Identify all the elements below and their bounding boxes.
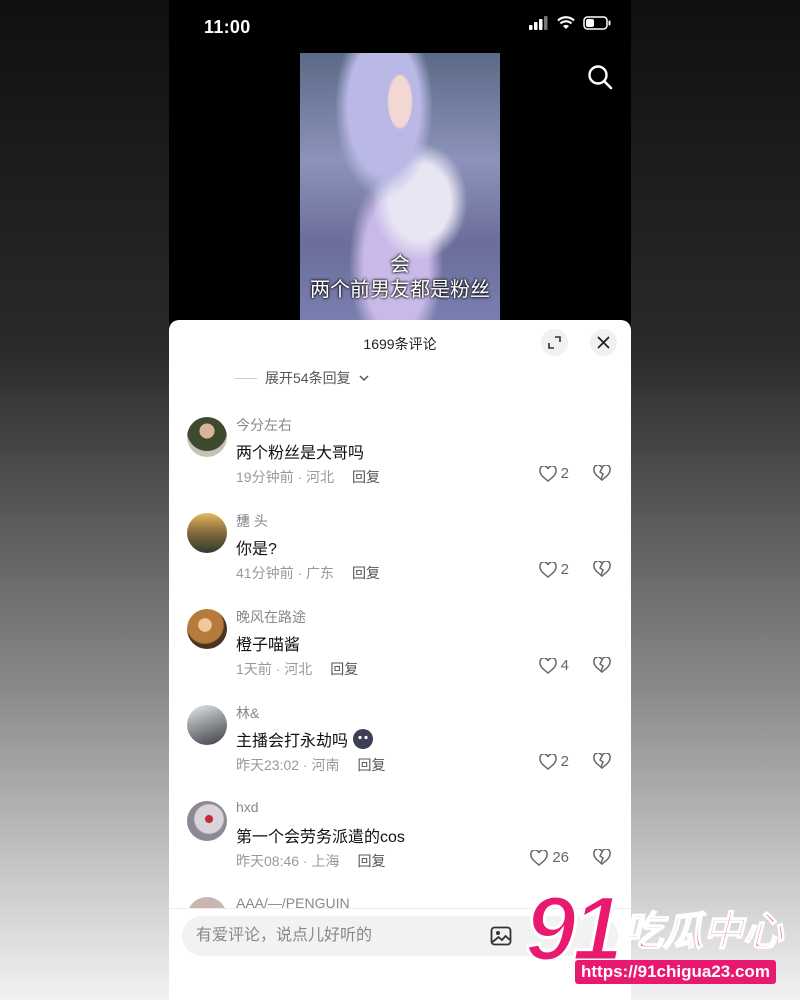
like-count: 2 bbox=[560, 465, 569, 482]
comment-meta: 41分钟前 · 广东 回复 bbox=[236, 563, 380, 583]
comment-text-content: 你是? bbox=[236, 541, 277, 558]
comment-username[interactable]: AAA/—/PENGUIN bbox=[236, 895, 350, 909]
phone-screen: 11:00 会 两个前男友都是粉丝 1699条评论 展开54条回复 今分左右 两… bbox=[169, 0, 631, 1000]
expand-replies-link[interactable]: 展开54条回复 bbox=[235, 368, 369, 388]
comment-text: 你是? bbox=[236, 535, 277, 559]
avatar[interactable] bbox=[187, 609, 227, 649]
like-button[interactable]: 2 bbox=[538, 753, 569, 770]
comment-username[interactable]: 今分左右 bbox=[236, 415, 292, 435]
status-time: 11:00 bbox=[204, 17, 251, 37]
comment-time-location: 19分钟前 · 河北 bbox=[236, 469, 335, 485]
comment-item: 林& 主播会打永劫吗 昨天23:02 · 河南 回复 2 bbox=[169, 703, 631, 799]
expand-button[interactable] bbox=[541, 329, 568, 356]
image-icon[interactable] bbox=[490, 925, 512, 947]
comment-item: 晚风在路途 橙子喵酱 1天前 · 河北 回复 4 bbox=[169, 607, 631, 703]
like-button[interactable]: 2 bbox=[538, 465, 569, 482]
comment-text-content: 主播会打永劫吗 bbox=[236, 733, 349, 750]
avatar[interactable] bbox=[187, 801, 227, 841]
heart-icon bbox=[538, 561, 557, 578]
like-count: 2 bbox=[560, 561, 569, 578]
divider bbox=[235, 377, 257, 379]
reply-button[interactable]: 回复 bbox=[357, 757, 385, 773]
comment-meta: 昨天23:02 · 河南 回复 bbox=[236, 755, 385, 775]
broken-heart-icon[interactable] bbox=[593, 849, 611, 865]
avatar[interactable] bbox=[187, 705, 227, 745]
watermark-url: https://91chigua23.com bbox=[575, 960, 776, 984]
search-icon[interactable] bbox=[587, 64, 613, 90]
comment-meta: 昨天08:46 · 上海 回复 bbox=[236, 851, 385, 871]
comment-text-content: 橙子喵酱 bbox=[236, 637, 301, 654]
close-icon bbox=[597, 336, 610, 349]
expand-replies-label: 展开54条回复 bbox=[265, 370, 351, 386]
broken-heart-icon[interactable] bbox=[593, 753, 611, 769]
like-count: 26 bbox=[552, 849, 569, 866]
heart-icon bbox=[538, 465, 557, 482]
comment-meta: 19分钟前 · 河北 回复 bbox=[236, 467, 380, 487]
video-caption-line2: 两个前男友都是粉丝 bbox=[310, 279, 490, 301]
comment-text: 两个粉丝是大哥吗 bbox=[236, 439, 364, 463]
comment-username[interactable]: 晚风在路途 bbox=[236, 607, 306, 627]
heart-icon bbox=[538, 657, 557, 674]
reply-button[interactable]: 回复 bbox=[352, 565, 380, 581]
reply-button[interactable]: 回复 bbox=[330, 661, 358, 677]
emoji-icon bbox=[353, 729, 374, 749]
comment-text: 橙子喵酱 bbox=[236, 631, 300, 655]
site-watermark: 91 吃瓜中心 https://91chigua23.com bbox=[523, 877, 795, 990]
signal-icon bbox=[529, 16, 548, 30]
like-button[interactable]: 2 bbox=[538, 561, 569, 578]
reply-button[interactable]: 回复 bbox=[357, 853, 385, 869]
wifi-icon bbox=[557, 16, 575, 29]
status-bar: 11:00 bbox=[169, 0, 631, 50]
comment-username[interactable]: 林& bbox=[236, 703, 259, 723]
battery-icon bbox=[583, 16, 611, 30]
avatar[interactable] bbox=[187, 513, 227, 553]
watermark-name: 吃瓜中心 bbox=[622, 909, 784, 955]
status-icons bbox=[529, 16, 611, 30]
comment-item: 㘒 头 你是? 41分钟前 · 广东 回复 2 bbox=[169, 511, 631, 607]
broken-heart-icon[interactable] bbox=[593, 465, 611, 481]
comment-time-location: 41分钟前 · 广东 bbox=[236, 565, 335, 581]
comment-meta: 1天前 · 河北 回复 bbox=[236, 659, 358, 679]
avatar[interactable] bbox=[187, 417, 227, 457]
expand-icon bbox=[548, 336, 561, 349]
chevron-down-icon bbox=[359, 375, 369, 382]
comment-time-location: 1天前 · 河北 bbox=[236, 661, 313, 677]
broken-heart-icon[interactable] bbox=[593, 561, 611, 577]
like-button[interactable]: 26 bbox=[530, 849, 569, 866]
close-button[interactable] bbox=[590, 329, 617, 356]
comment-time-location: 昨天08:46 · 上海 bbox=[236, 853, 340, 869]
comment-username[interactable]: hxd bbox=[236, 799, 259, 815]
broken-heart-icon[interactable] bbox=[593, 657, 611, 673]
comment-item: 今分左右 两个粉丝是大哥吗 19分钟前 · 河北 回复 2 bbox=[169, 415, 631, 511]
like-count: 4 bbox=[560, 657, 569, 674]
comment-text-content: 两个粉丝是大哥吗 bbox=[236, 445, 365, 462]
heart-icon bbox=[530, 849, 549, 866]
reply-button[interactable]: 回复 bbox=[352, 469, 380, 485]
like-button[interactable]: 4 bbox=[538, 657, 569, 674]
comment-time-location: 昨天23:02 · 河南 bbox=[236, 757, 340, 773]
comment-text-content: 第一个会劳务派遣的cos bbox=[236, 829, 405, 846]
comment-username[interactable]: 㘒 头 bbox=[236, 511, 268, 531]
like-count: 2 bbox=[560, 753, 569, 770]
video-player[interactable]: 会 两个前男友都是粉丝 bbox=[300, 53, 500, 323]
heart-icon bbox=[538, 753, 557, 770]
comment-text: 第一个会劳务派遣的cos bbox=[236, 823, 405, 847]
comment-text: 主播会打永劫吗 bbox=[236, 727, 374, 751]
